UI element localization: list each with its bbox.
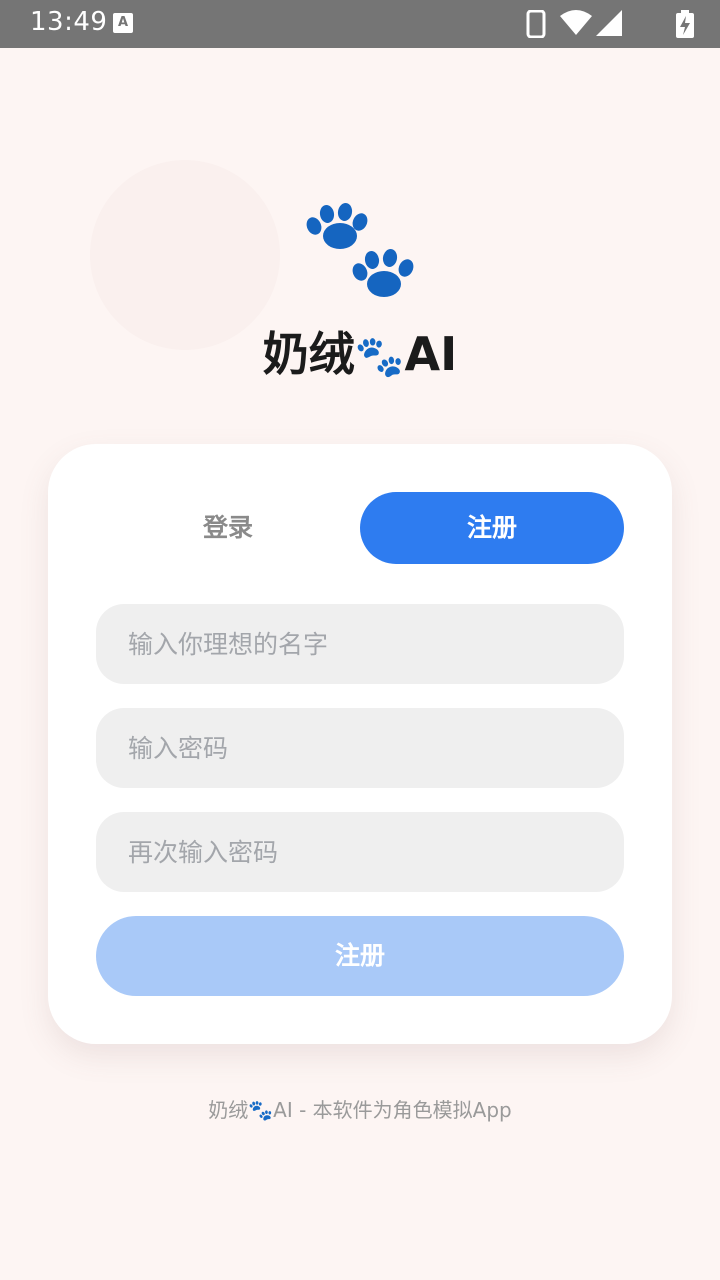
wifi-icon [560, 10, 592, 35]
tab-login[interactable]: 登录 [96, 492, 360, 564]
notification-icon: A [113, 13, 133, 33]
status-time: 13:49 [30, 7, 108, 37]
battery-charging-icon [676, 10, 694, 38]
footer-suffix: AI - 本软件为角色模拟App [273, 1098, 512, 1122]
paw-prints-icon [306, 203, 414, 297]
register-card: 登录 注册 注册 [48, 444, 672, 1044]
status-bar: 13:49 A [0, 0, 720, 48]
footer-disclaimer: 奶绒🐾AI - 本软件为角色模拟App [0, 1094, 720, 1123]
username-input[interactable] [96, 604, 624, 684]
footer-paw-icon: 🐾 [248, 1098, 274, 1122]
paw-emoji-icon: 🐾 [354, 334, 405, 380]
password-input[interactable] [96, 708, 624, 788]
footer-prefix: 奶绒 [208, 1098, 249, 1122]
auth-tabs: 登录 注册 [96, 492, 624, 564]
app-title-prefix: 奶绒 [262, 327, 355, 381]
app-title: 奶绒🐾AI [0, 318, 720, 384]
confirm-password-input[interactable] [96, 812, 624, 892]
app-title-suffix: AI [404, 327, 458, 381]
phone-icon [526, 10, 546, 38]
signal-icon [596, 10, 622, 36]
register-submit-button[interactable]: 注册 [96, 916, 624, 996]
tab-register[interactable]: 注册 [360, 492, 624, 564]
